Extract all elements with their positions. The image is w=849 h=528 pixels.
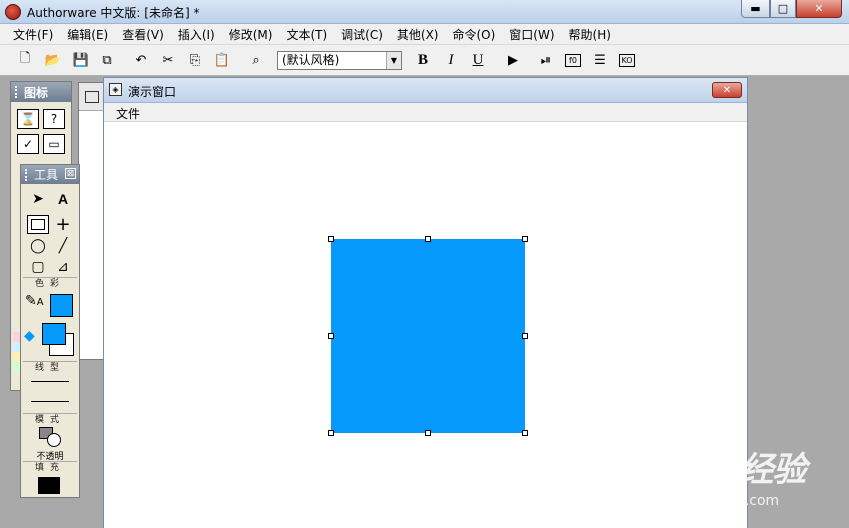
resize-handle-top-left[interactable] (328, 236, 334, 242)
wait-icon[interactable]: ⌛ (17, 109, 39, 129)
line-section-label: 线型 (23, 361, 77, 373)
resize-handle-bottom-right[interactable] (522, 430, 528, 436)
line-style-thin[interactable] (31, 381, 69, 382)
watermark-logo: Baidu经验 (650, 451, 806, 489)
rounded-rect-tool[interactable]: ▢ (27, 257, 49, 276)
grip-icon[interactable] (25, 168, 30, 181)
flowline-window-icon (85, 91, 99, 103)
icon-palette-header[interactable]: 图标 (11, 82, 71, 102)
authorware-logo-icon[interactable] (5, 4, 21, 20)
minimize-button[interactable]: ▬ (741, 0, 770, 18)
foreground-color-swatch[interactable] (50, 294, 73, 317)
presentation-close-button[interactable]: ✕ (712, 82, 742, 98)
line-style-selected[interactable] (31, 401, 69, 402)
underline-button[interactable]: U (467, 50, 489, 70)
variables-icon[interactable]: ☰ (589, 50, 611, 70)
italic-button[interactable]: I (440, 50, 462, 70)
menu-control[interactable]: 调试(C) (334, 26, 390, 43)
paint-bucket-icon[interactable]: ◆ (24, 328, 38, 344)
baidu-watermark: Baidu经验 jingyan.baidu.com (650, 442, 810, 512)
run-icon[interactable]: ▶ (502, 50, 524, 70)
save-all-icon[interactable]: 💾 (70, 50, 92, 70)
color-section-label: 色彩 (23, 277, 77, 289)
open-file-icon[interactable]: 📂 (42, 50, 64, 70)
menu-help[interactable]: 帮助(H) (562, 26, 618, 43)
cut-icon[interactable]: ✂ (157, 50, 179, 70)
fill-pattern-swatch[interactable] (38, 477, 60, 494)
tools-palette-header[interactable]: 工具 ⊠ (21, 165, 79, 184)
decision-icon[interactable]: ? (43, 109, 65, 129)
tools-palette-title: 工具 (34, 168, 59, 182)
presentation-window-icon: ◈ (109, 83, 122, 96)
icon-palette-title: 图标 (24, 85, 49, 100)
paste-icon[interactable]: 📋 (211, 50, 233, 70)
menu-insert[interactable]: 插入(I) (171, 26, 222, 43)
polygon-tool[interactable]: ⊿ (52, 257, 74, 276)
resize-handle-bottom[interactable] (425, 430, 431, 436)
crosshair-tool[interactable]: + (52, 214, 74, 235)
presentation-menu-bar: 文件 (104, 103, 747, 122)
close-icon[interactable]: ⊠ (65, 168, 76, 179)
copy-icon[interactable]: ⎘ (184, 50, 206, 70)
undo-icon[interactable]: ↶ (130, 50, 152, 70)
find-icon[interactable]: ⌕ (245, 50, 267, 70)
line-tool[interactable]: ╱ (52, 236, 74, 255)
app-title-bar: Authorware 中文版: [未命名] * ▬ □ ✕ (0, 0, 849, 24)
menu-text[interactable]: 文本(T) (279, 26, 334, 43)
close-button[interactable]: ✕ (796, 0, 842, 18)
resize-handle-bottom-left[interactable] (328, 430, 334, 436)
menu-file[interactable]: 文件(F) (6, 26, 60, 43)
menu-view[interactable]: 查看(V) (115, 26, 171, 43)
menu-xtras[interactable]: 其他(X) (390, 26, 446, 43)
text-style-value: (默认风格) (282, 53, 340, 67)
rectangle-tool[interactable] (27, 215, 49, 234)
pencil-icon[interactable]: ✎A (25, 293, 45, 313)
menu-commands[interactable]: 命令(O) (445, 26, 502, 43)
bold-button[interactable]: B (412, 50, 434, 70)
tools-palette: 工具 ⊠ ➤ A + ◯ ╱ ▢ ⊿ 色彩 ✎A ◆ 线型 模式 不透明 填充 (20, 164, 80, 498)
import-icon[interactable]: ⧉ (96, 50, 118, 70)
window-title: Authorware 中文版: [未命名] * (27, 6, 200, 20)
text-tool[interactable]: A (52, 189, 74, 208)
blue-square-shape[interactable] (331, 239, 525, 433)
presentation-menu-file[interactable]: 文件 (116, 105, 140, 122)
resize-handle-top[interactable] (425, 236, 431, 242)
presentation-title: 演示窗口 (128, 85, 177, 99)
text-color-label: A (36, 297, 44, 308)
mode-opaque-circle-icon (47, 433, 61, 447)
knowledge-objects-button[interactable]: KO (619, 54, 635, 67)
menu-bar: 文件(F) 编辑(E) 查看(V) 插入(I) 修改(M) 文本(T) 调试(C… (0, 24, 849, 45)
presentation-title-bar[interactable]: ◈ 演示窗口 ✕ (104, 78, 747, 103)
text-style-select[interactable]: (默认风格) ▼ (277, 51, 402, 70)
new-file-icon[interactable]: 🗋 (14, 50, 36, 70)
rectangle-icon (31, 219, 45, 230)
mode-section-label: 模式 (23, 413, 77, 425)
resize-handle-top-right[interactable] (522, 236, 528, 242)
chevron-down-icon[interactable]: ▼ (386, 52, 401, 69)
functions-button[interactable]: f0 (565, 54, 581, 67)
main-toolbar: 🗋 📂 💾 ⧉ ↶ ✂ ⎘ 📋 ⌕ (默认风格) ▼ B I U ▶ ⏯ f0 … (0, 45, 849, 76)
map-icon[interactable]: ▭ (43, 134, 65, 154)
watermark-url: jingyan.baidu.com (650, 493, 780, 509)
resize-handle-right[interactable] (522, 333, 528, 339)
menu-edit[interactable]: 编辑(E) (60, 26, 115, 43)
foreground-fill-swatch[interactable] (42, 323, 66, 345)
pointer-tool[interactable]: ➤ (27, 189, 49, 208)
menu-window[interactable]: 窗口(W) (502, 26, 561, 43)
menu-modify[interactable]: 修改(M) (222, 26, 280, 43)
calculation-icon[interactable]: ✓ (17, 134, 39, 154)
grip-icon[interactable] (15, 86, 20, 98)
ellipse-tool[interactable]: ◯ (27, 236, 49, 255)
maximize-button[interactable]: □ (770, 0, 796, 18)
fill-section-label: 填充 (23, 461, 77, 473)
control-panel-icon[interactable]: ⏯ (535, 50, 557, 70)
resize-handle-left[interactable] (328, 333, 334, 339)
